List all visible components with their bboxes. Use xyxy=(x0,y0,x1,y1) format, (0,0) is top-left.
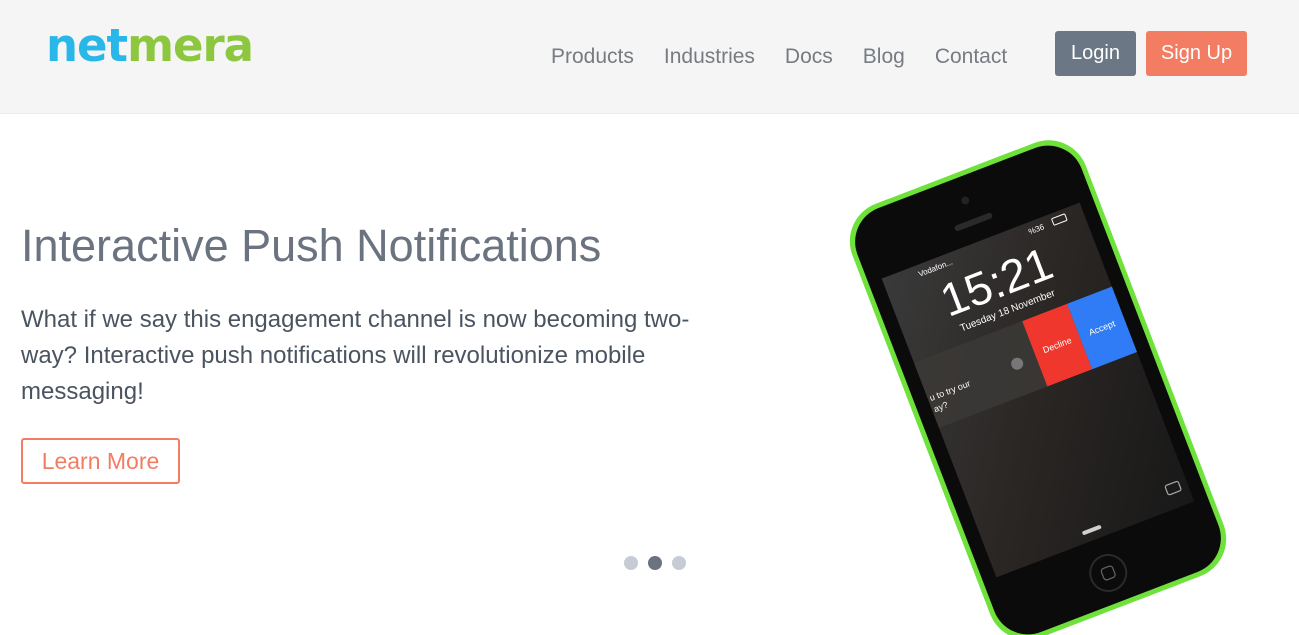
nav-link-contact[interactable]: Contact xyxy=(935,42,1007,72)
carousel-dot-3[interactable] xyxy=(672,556,686,570)
nav-link-products[interactable]: Products xyxy=(551,42,634,72)
hero-description: What if we say this engagement channel i… xyxy=(21,306,690,405)
signup-button[interactable]: Sign Up xyxy=(1146,31,1247,76)
nav-link-docs[interactable]: Docs xyxy=(785,42,833,72)
logo-part-net: net xyxy=(46,19,128,72)
netmera-logo[interactable]: netmera xyxy=(46,16,254,76)
learn-more-button[interactable]: Learn More xyxy=(21,438,180,484)
hero-title: Interactive Push Notifications xyxy=(21,220,602,271)
carousel-dot-2[interactable] xyxy=(648,556,662,570)
nav-link-industries[interactable]: Industries xyxy=(664,42,755,72)
phone-illustration: Vodafon... %36 15:21 Tuesday 18 November… xyxy=(849,140,1227,635)
carousel-dot-1[interactable] xyxy=(624,556,638,570)
logo-part-mera: mera xyxy=(127,19,254,72)
main-nav: Products Industries Docs Blog Contact xyxy=(551,42,1037,72)
site-header: netmera Products Industries Docs Blog Co… xyxy=(0,0,1299,114)
nav-link-blog[interactable]: Blog xyxy=(863,42,905,72)
login-button[interactable]: Login xyxy=(1055,31,1136,76)
carousel-indicators xyxy=(624,556,696,570)
